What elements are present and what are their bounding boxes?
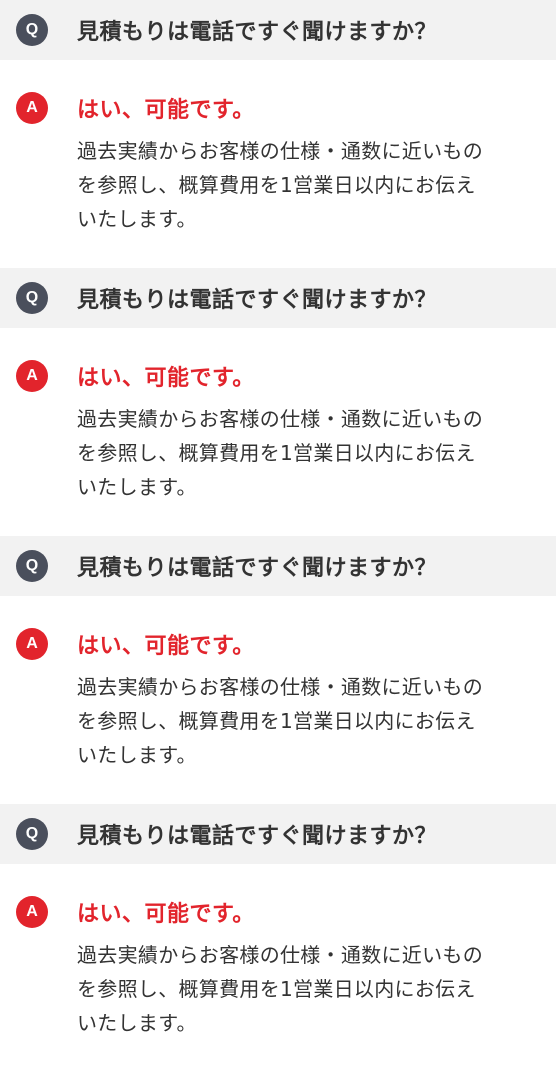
answer-title: はい、可能です。	[77, 634, 255, 659]
answer-line: 過去実績からお客様の仕様・通数に近いもの	[77, 943, 483, 967]
answer-head: A はい、可能です。	[16, 896, 556, 928]
faq-answer: A はい、可能です。 過去実績からお客様の仕様・通数に近いもの を参照し、概算費…	[0, 596, 556, 772]
answer-line: いたします。	[77, 475, 197, 499]
answer-badge: A	[16, 92, 48, 124]
faq-answer: A はい、可能です。 過去実績からお客様の仕様・通数に近いもの を参照し、概算費…	[0, 328, 556, 504]
question-text: 見積もりは電話ですぐ聞けますか？	[77, 824, 438, 849]
answer-line: を参照し、概算費用を1営業日以内にお伝え	[77, 441, 476, 465]
faq-question[interactable]: Q 見積もりは電話ですぐ聞けますか？	[0, 0, 556, 60]
faq-answer: A はい、可能です。 過去実績からお客様の仕様・通数に近いもの を参照し、概算費…	[0, 60, 556, 236]
answer-body: 過去実績からお客様の仕様・通数に近いもの を参照し、概算費用を1営業日以内にお伝…	[77, 402, 537, 504]
answer-badge: A	[16, 896, 48, 928]
question-badge: Q	[16, 550, 48, 582]
answer-line: を参照し、概算費用を1営業日以内にお伝え	[77, 977, 476, 1001]
answer-line: 過去実績からお客様の仕様・通数に近いもの	[77, 407, 483, 431]
answer-head: A はい、可能です。	[16, 92, 556, 124]
answer-line: を参照し、概算費用を1営業日以内にお伝え	[77, 709, 476, 733]
question-text: 見積もりは電話ですぐ聞けますか？	[77, 288, 438, 313]
answer-badge: A	[16, 628, 48, 660]
answer-line: 過去実績からお客様の仕様・通数に近いもの	[77, 675, 483, 699]
faq-item: Q 見積もりは電話ですぐ聞けますか？ A はい、可能です。 過去実績からお客様の…	[0, 0, 556, 268]
answer-line: 過去実績からお客様の仕様・通数に近いもの	[77, 139, 483, 163]
answer-line: いたします。	[77, 743, 197, 767]
question-badge: Q	[16, 282, 48, 314]
faq-answer: A はい、可能です。 過去実績からお客様の仕様・通数に近いもの を参照し、概算費…	[0, 864, 556, 1040]
answer-body: 過去実績からお客様の仕様・通数に近いもの を参照し、概算費用を1営業日以内にお伝…	[77, 938, 537, 1040]
answer-line: を参照し、概算費用を1営業日以内にお伝え	[77, 173, 476, 197]
faq-list: Q 見積もりは電話ですぐ聞けますか？ A はい、可能です。 過去実績からお客様の…	[0, 0, 556, 1072]
faq-item: Q 見積もりは電話ですぐ聞けますか？ A はい、可能です。 過去実績からお客様の…	[0, 804, 556, 1072]
faq-item: Q 見積もりは電話ですぐ聞けますか？ A はい、可能です。 過去実績からお客様の…	[0, 268, 556, 536]
answer-body: 過去実績からお客様の仕様・通数に近いもの を参照し、概算費用を1営業日以内にお伝…	[77, 134, 537, 236]
faq-item: Q 見積もりは電話ですぐ聞けますか？ A はい、可能です。 過去実績からお客様の…	[0, 536, 556, 804]
answer-body: 過去実績からお客様の仕様・通数に近いもの を参照し、概算費用を1営業日以内にお伝…	[77, 670, 537, 772]
question-text: 見積もりは電話ですぐ聞けますか？	[77, 556, 438, 581]
question-badge: Q	[16, 818, 48, 850]
answer-line: いたします。	[77, 1011, 197, 1035]
faq-question[interactable]: Q 見積もりは電話ですぐ聞けますか？	[0, 268, 556, 328]
question-badge: Q	[16, 14, 48, 46]
answer-line: いたします。	[77, 207, 197, 231]
answer-head: A はい、可能です。	[16, 360, 556, 392]
answer-badge: A	[16, 360, 48, 392]
answer-head: A はい、可能です。	[16, 628, 556, 660]
faq-question[interactable]: Q 見積もりは電話ですぐ聞けますか？	[0, 804, 556, 864]
answer-title: はい、可能です。	[77, 98, 255, 123]
answer-title: はい、可能です。	[77, 366, 255, 391]
faq-question[interactable]: Q 見積もりは電話ですぐ聞けますか？	[0, 536, 556, 596]
answer-title: はい、可能です。	[77, 902, 255, 927]
question-text: 見積もりは電話ですぐ聞けますか？	[77, 20, 438, 45]
